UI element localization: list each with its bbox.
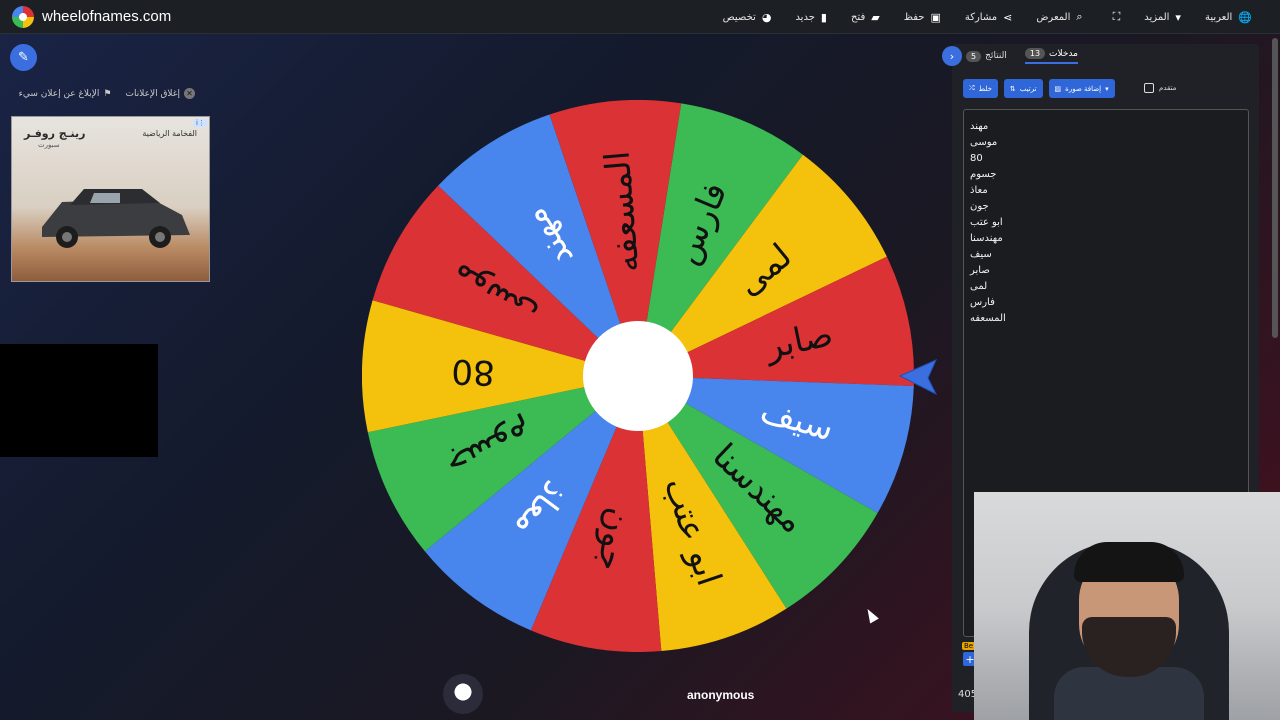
wheel-svg[interactable]: فارسلمىصابرسيفمهندسناابو عتبجونمعاذجسوم8… [362, 100, 914, 652]
entry-line: جسوم [970, 169, 997, 180]
caret-down-icon: ▾ [1105, 84, 1109, 93]
wheel-logo-icon [12, 5, 34, 28]
menu-item-label: فتح [850, 11, 866, 23]
entry-line: لمى [970, 281, 988, 292]
sort-button[interactable]: ⇅ ترتيب [1003, 79, 1043, 98]
entry-line: مهندسنا [970, 233, 1003, 244]
entry-line: معاذ [970, 185, 988, 196]
webcam-hair [1074, 542, 1184, 582]
entry-line: سيف [970, 249, 992, 260]
advanced-checkbox[interactable] [1144, 83, 1154, 93]
ad-controls: ✕ إغلاق الإعلانات ⚑ الإبلاغ عن إعلان سيء [10, 88, 195, 99]
tab-entries-count: 13 [1024, 48, 1046, 59]
report-ad-label: الإبلاغ عن إعلان سيء [18, 88, 100, 99]
wheel-center-hub[interactable] [583, 321, 693, 431]
chevron-right-icon: › [949, 49, 955, 63]
folder-icon: ▰ [871, 10, 880, 24]
tab-results[interactable]: النتائج 5 [966, 48, 1007, 64]
menu-item-label: العربية [1204, 11, 1233, 23]
close-ads-link[interactable]: ✕ إغلاق الإعلانات [125, 88, 195, 99]
edit-pencil-button[interactable]: ✎ [10, 44, 37, 71]
entry-line: مهند [970, 121, 989, 132]
menu-item-label: جديد [795, 11, 815, 23]
advanced-label: متقدم [1159, 84, 1177, 92]
site-logo[interactable]: wheelofnames.com [12, 5, 172, 28]
image-icon: ▨ [1054, 84, 1062, 93]
file-icon: ▮ [820, 10, 827, 24]
sort-label: ترتيب [1019, 84, 1037, 93]
shuffle-button[interactable]: ⤮ خلط [963, 79, 998, 98]
entries-toolbar: ⤮ خلط ⇅ ترتيب ▨ إضافة صورة ▾ [963, 79, 1115, 98]
entry-line: 80 [970, 153, 983, 164]
entry-line: جون [970, 201, 989, 212]
globe-icon: 🌐 [1238, 10, 1252, 24]
shuffle-icon: ⤮ [969, 84, 975, 92]
menu-item-file[interactable]: جديد ▮ [783, 0, 839, 34]
menu-item-label: تخصيص [722, 11, 756, 23]
username-label: anonymous [687, 688, 755, 702]
menu-item-label: المزيد [1144, 11, 1170, 23]
menu-item-save[interactable]: حفظ ▣ [892, 0, 953, 34]
menu-item-folder[interactable]: فتح ▰ [839, 0, 892, 34]
close-icon: ✕ [184, 88, 195, 99]
page-scrollbar[interactable] [1272, 38, 1278, 338]
add-image-button[interactable]: ▨ إضافة صورة ▾ [1048, 79, 1115, 98]
wheel-pointer-icon [898, 359, 938, 396]
report-ad-link[interactable]: ⚑ الإبلاغ عن إعلان سيء [19, 88, 112, 99]
tab-entries-label: مدخلات [1049, 48, 1078, 59]
sort-icon: ⇅ [1009, 84, 1016, 93]
menu-item-label: حفظ [903, 11, 925, 23]
tab-entries[interactable]: مدخلات 13 [1024, 48, 1078, 64]
wheel-slice-label: 80 [451, 351, 496, 393]
top-menu: العربية 🌐 المزيد ▾ ⛶ المعرض ⌕ مشاركة ⋖ حفظ ▣ فتح ▰ جد… [711, 0, 1264, 34]
add-image-label: إضافة صورة [1065, 84, 1102, 93]
share-icon: ⋖ [1003, 10, 1013, 24]
menu-item-label: المعرض [1036, 11, 1071, 23]
user-avatar[interactable] [443, 674, 483, 714]
entry-line: صابر [970, 265, 990, 276]
menu-item-label: مشاركة [964, 11, 998, 23]
menu-item-search[interactable]: المعرض ⌕ [1024, 0, 1094, 34]
pencil-icon: ✎ [18, 50, 29, 65]
close-ads-label: إغلاق الإعلانات [125, 88, 180, 99]
tab-results-count: 5 [966, 50, 982, 62]
caret-down-icon: ▾ [1175, 10, 1181, 24]
webcam-overlay [974, 492, 1280, 720]
black-overlay-block [0, 344, 158, 457]
shuffle-label: خلط [978, 84, 992, 93]
flag-icon: ⚑ [103, 88, 112, 99]
save-icon: ▣ [930, 10, 941, 24]
site-name: wheelofnames.com [42, 8, 172, 25]
search-icon: ⌕ [1076, 10, 1083, 23]
wheel[interactable]: فارس لمى صابر سيف مهندسنا ابو عتب جون معاذ جسوم 8… [362, 100, 914, 652]
menu-item-fullscreen[interactable]: ⛶ [1095, 0, 1133, 34]
entry-line: فارس [970, 297, 995, 308]
panel-tabs: مدخلات 13 النتائج 5 [958, 48, 1078, 64]
entry-line: المسعفه [970, 313, 1006, 324]
car-image [42, 189, 190, 248]
tab-results-label: النتائج [985, 51, 1007, 61]
advertisement-banner[interactable]: رينـج روفـر سبورت الفخامة الرياضية i⋮ [11, 116, 210, 282]
menu-item-globe[interactable]: العربية 🌐 [1193, 0, 1264, 34]
fullscreen-icon: ⛶ [1112, 10, 1121, 23]
palette-icon: ◕ [761, 10, 772, 24]
advanced-toggle[interactable]: متقدم [1144, 83, 1176, 93]
menu-item-share[interactable]: مشاركة ⋖ [953, 0, 1025, 34]
menu-item-caret-down[interactable]: المزيد ▾ [1132, 0, 1193, 34]
top-bar: wheelofnames.com العربية 🌐 المزيد ▾ ⛶ المعرض ⌕… [0, 0, 1280, 34]
entry-line: موسى [970, 137, 998, 148]
menu-item-palette[interactable]: تخصيص ◕ [711, 0, 784, 34]
entry-line: ابو عتب [970, 217, 1003, 228]
